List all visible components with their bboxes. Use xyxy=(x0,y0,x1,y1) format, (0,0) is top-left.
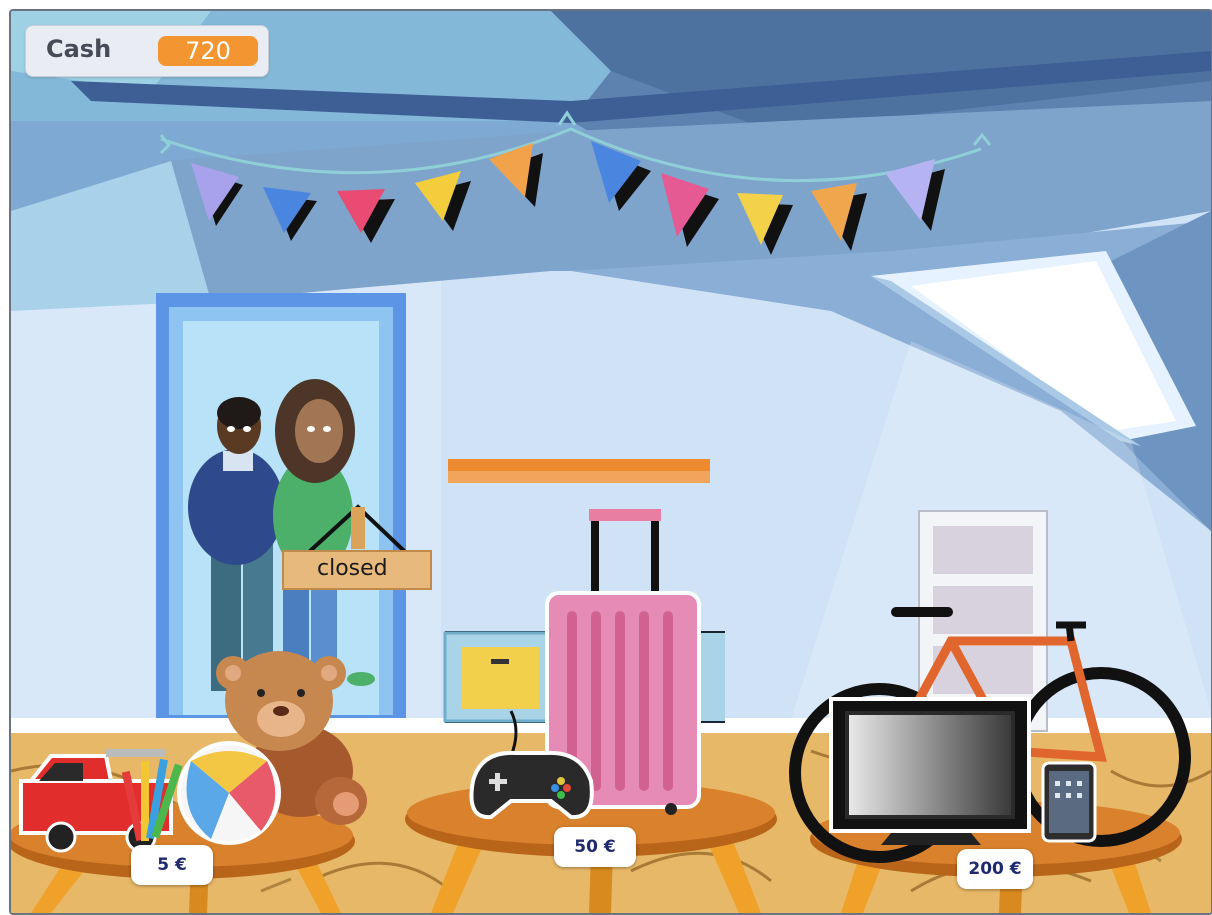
price-tag-50[interactable]: 50 € xyxy=(554,827,636,867)
price-tag-5[interactable]: 5 € xyxy=(131,845,213,885)
tablet[interactable] xyxy=(1041,761,1097,843)
wall-shelf xyxy=(448,459,710,483)
closed-sign-text: closed xyxy=(317,556,388,581)
game-stage[interactable]: Cash 720 closed 5 € 50 € 200 € xyxy=(9,9,1212,915)
cash-value: 720 xyxy=(158,36,258,66)
television[interactable] xyxy=(829,697,1031,845)
cash-display: Cash 720 xyxy=(25,25,269,77)
cash-label: Cash xyxy=(46,35,112,63)
price-tag-200[interactable]: 200 € xyxy=(957,849,1033,889)
beach-ball[interactable] xyxy=(177,741,281,845)
